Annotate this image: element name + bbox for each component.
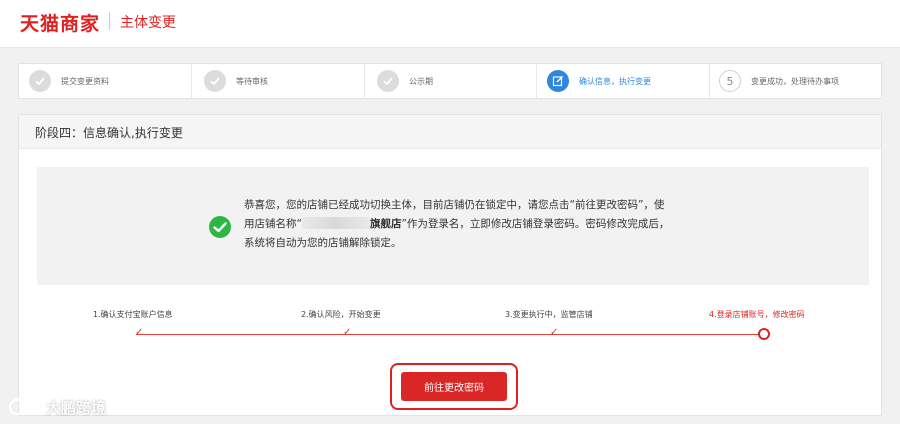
step-submit-materials: 提交变更资料 (29, 64, 109, 98)
step-confirm-execute: 确认信息，执行变更 (547, 64, 651, 98)
step-wait-review: 等待审核 (204, 64, 268, 98)
step-label: 确认信息，执行变更 (579, 76, 651, 86)
check-icon (377, 70, 399, 92)
page-title: 主体变更 (120, 15, 176, 31)
step-label: 提交变更资料 (61, 76, 109, 86)
step-label: 等待审核 (236, 76, 268, 86)
process-steps-bar: 提交变更资料 等待审核 公示期 确认信息，执行变更 5 变更成功，处理待办事项 (18, 63, 882, 99)
progress-check-icon: ✓ (550, 327, 559, 338)
check-icon (29, 70, 51, 92)
go-change-password-button[interactable]: 前往更改密码 (401, 372, 507, 401)
stage-title: 阶段四：信息确认,执行变更 (35, 126, 183, 140)
check-icon (204, 70, 226, 92)
step-publicity-period: 公示期 (377, 64, 433, 98)
top-header: 天猫商家 主体变更 (0, 0, 900, 48)
progress-step-3: 3.变更执行中，监管店铺 (505, 310, 593, 319)
watermark-text: 大鹏跨境 (46, 398, 107, 417)
button-highlight-outline: 前往更改密码 (390, 363, 518, 410)
progress-step-1: 1.确认支付宝账户信息 (93, 310, 173, 319)
success-message-box: 恭喜您，您的店铺已经成功切换主体，目前店铺仍在锁定中，请您点击“前往更改密码”，… (37, 167, 869, 285)
progress-line (136, 334, 764, 335)
tmall-merchant-logo[interactable]: 天猫商家 (20, 9, 100, 36)
step-divider (191, 64, 192, 98)
watermark-logo-icon (9, 397, 38, 415)
store-suffix: 旗舰店 (369, 218, 402, 230)
progress-check-icon: ✓ (135, 327, 144, 338)
progress-step-4: 4.登录店铺账号，修改密码 (709, 310, 805, 319)
header-divider (109, 12, 110, 30)
step-change-success: 5 变更成功，处理待办事项 (719, 64, 839, 98)
success-message: 恭喜您，您的店铺已经成功切换主体，目前店铺仍在锁定中，请您点击“前往更改密码”，… (244, 196, 674, 253)
step-divider (709, 64, 710, 98)
success-check-icon (209, 216, 231, 238)
step-divider (536, 64, 537, 98)
stage-card: 阶段四：信息确认,执行变更 恭喜您，您的店铺已经成功切换主体，目前店铺仍在锁定中… (18, 114, 882, 416)
step-label: 公示期 (409, 76, 433, 86)
progress-current-dot (758, 328, 770, 340)
step-label: 变更成功，处理待办事项 (751, 76, 839, 86)
redacted-store-name (301, 217, 370, 229)
card-header: 阶段四：信息确认,执行变更 (19, 115, 881, 149)
watermark: 大鹏跨境 (8, 396, 106, 418)
edit-icon (547, 70, 569, 92)
step-number: 5 (719, 70, 741, 92)
progress-check-icon: ✓ (343, 327, 352, 338)
progress-step-2: 2.确认风险，开始变更 (301, 310, 381, 319)
step-divider (364, 64, 365, 98)
